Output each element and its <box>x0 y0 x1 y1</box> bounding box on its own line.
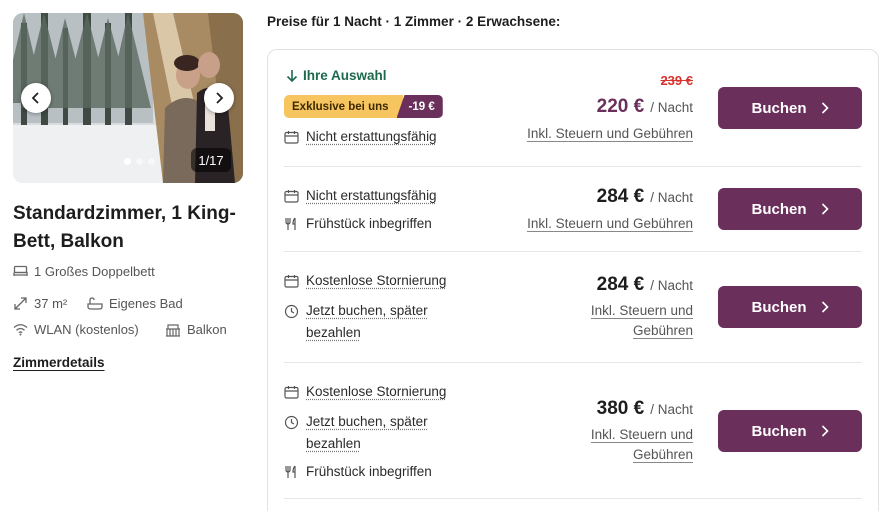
tax-note[interactable]: Inkl. Steuern und Gebühren <box>527 124 693 144</box>
condition-free-cancellation: Kostenlose Stornierung <box>284 270 446 292</box>
book-button-label: Buchen <box>751 299 806 316</box>
per-night-label: / Nacht <box>650 190 693 205</box>
condition-text[interactable]: Jetzt buchen, später bezahlen <box>306 300 454 344</box>
offer-divider <box>284 362 862 363</box>
feature-size: 37 m² <box>13 296 67 311</box>
feature-bath-label: Eigenes Bad <box>109 296 183 311</box>
feature-bed-label: 1 Großes Doppelbett <box>34 264 155 279</box>
condition-pay-later: Jetzt buchen, später bezahlen <box>284 300 454 344</box>
calendar-icon <box>284 385 299 399</box>
tax-note-line-2[interactable]: Gebühren <box>633 447 693 463</box>
gallery-dot[interactable] <box>136 158 143 165</box>
room-title: Standardzimmer, 1 King-Bett, Balkon <box>13 200 253 256</box>
arrow-down-icon <box>286 69 298 83</box>
book-button[interactable]: Buchen <box>718 286 862 328</box>
cutlery-icon <box>284 217 299 231</box>
condition-text[interactable]: Nicht erstattungsfähig <box>306 185 437 207</box>
tax-note-line-1[interactable]: Inkl. Steuern und <box>591 303 693 319</box>
condition-text[interactable]: Kostenlose Stornierung <box>306 270 446 292</box>
condition-text[interactable]: Jetzt buchen, später bezahlen <box>306 411 454 455</box>
book-button[interactable]: Buchen <box>718 188 862 230</box>
bathtub-icon <box>87 297 103 311</box>
your-choice-text: Ihre Auswahl <box>303 68 387 83</box>
feature-wifi-label: WLAN (kostenlos) <box>34 322 139 337</box>
condition-pay-later: Jetzt buchen, später bezahlen <box>284 411 454 455</box>
condition-text: Frühstück inbegriffen <box>306 213 432 235</box>
book-button-label: Buchen <box>751 201 806 218</box>
room-photo-gallery[interactable]: 1/17 <box>13 13 243 183</box>
feature-bath: Eigenes Bad <box>87 296 183 311</box>
price-line: 284 € / Nacht <box>597 274 693 296</box>
original-price: 239 € <box>660 73 693 88</box>
condition-breakfast: Frühstück inbegriffen <box>284 213 432 235</box>
feature-size-label: 37 m² <box>34 296 67 311</box>
feature-balcony: Balkon <box>165 322 227 337</box>
chevron-right-icon <box>821 425 829 437</box>
condition-breakfast: Frühstück inbegriffen <box>284 461 432 483</box>
previous-photo-button[interactable] <box>21 83 51 113</box>
calendar-icon <box>284 189 299 203</box>
next-photo-button[interactable] <box>204 83 234 113</box>
feature-balcony-label: Balkon <box>187 322 227 337</box>
book-button-label: Buchen <box>751 423 806 440</box>
condition-free-cancellation: Kostenlose Stornierung <box>284 381 446 403</box>
price-line: 380 € / Nacht <box>597 398 693 420</box>
your-choice-label: Ihre Auswahl <box>286 68 387 83</box>
per-night-label: / Nacht <box>650 100 693 115</box>
expand-icon <box>13 296 28 311</box>
per-night-label: / Nacht <box>650 402 693 417</box>
chevron-left-icon <box>30 92 42 104</box>
price: 284 € <box>597 186 645 208</box>
book-button-label: Buchen <box>751 100 806 117</box>
calendar-icon <box>284 130 299 144</box>
chevron-right-icon <box>821 203 829 215</box>
tax-note[interactable]: Inkl. Steuern und Gebühren <box>591 425 693 465</box>
feature-bed: 1 Großes Doppelbett <box>13 264 155 279</box>
feature-wifi: WLAN (kostenlos) <box>13 322 139 337</box>
price: 284 € <box>597 274 645 296</box>
clock-icon <box>284 304 299 319</box>
offer-divider <box>284 166 862 167</box>
tax-note[interactable]: Inkl. Steuern und Gebühren <box>591 301 693 341</box>
tax-note-text[interactable]: Inkl. Steuern und Gebühren <box>527 216 693 232</box>
prices-heading: Preise für 1 Nacht · 1 Zimmer · 2 Erwach… <box>267 14 560 29</box>
chevron-right-icon <box>821 301 829 313</box>
gallery-dots <box>124 158 155 165</box>
condition-text[interactable]: Nicht erstattungsfähig <box>306 126 437 148</box>
condition-non-refundable: Nicht erstattungsfähig <box>284 185 437 207</box>
gallery-dot[interactable] <box>124 158 131 165</box>
exclusive-badge: Exklusive bei uns -19 € <box>284 95 443 118</box>
clock-icon <box>284 415 299 430</box>
condition-text: Frühstück inbegriffen <box>306 461 432 483</box>
gallery-dot[interactable] <box>148 158 155 165</box>
chevron-right-icon <box>821 102 829 114</box>
offer-divider <box>284 498 862 499</box>
price-line: 284 € / Nacht <box>597 186 693 208</box>
offer-divider <box>284 251 862 252</box>
price: 220 € <box>597 96 645 118</box>
condition-text[interactable]: Kostenlose Stornierung <box>306 381 446 403</box>
exclusive-badge-label: Exklusive bei uns <box>284 95 403 118</box>
tax-note[interactable]: Inkl. Steuern und Gebühren <box>527 214 693 234</box>
room-details-link[interactable]: Zimmerdetails <box>13 355 105 370</box>
photo-counter: 1/17 <box>191 148 231 172</box>
balcony-icon <box>165 323 181 337</box>
calendar-icon <box>284 274 299 288</box>
price: 380 € <box>597 398 645 420</box>
wifi-icon <box>13 323 28 336</box>
chevron-right-icon <box>213 92 225 104</box>
per-night-label: / Nacht <box>650 278 693 293</box>
price-line: 220 € / Nacht <box>597 96 693 118</box>
tax-note-line-1[interactable]: Inkl. Steuern und <box>591 427 693 443</box>
discount-badge: -19 € <box>397 95 443 118</box>
book-button[interactable]: Buchen <box>718 87 862 129</box>
tax-note-line-2[interactable]: Gebühren <box>633 323 693 339</box>
cutlery-icon <box>284 465 299 479</box>
book-button[interactable]: Buchen <box>718 410 862 452</box>
condition-non-refundable: Nicht erstattungsfähig <box>284 126 437 148</box>
tax-note-text[interactable]: Inkl. Steuern und Gebühren <box>527 126 693 142</box>
bed-icon <box>13 265 28 278</box>
